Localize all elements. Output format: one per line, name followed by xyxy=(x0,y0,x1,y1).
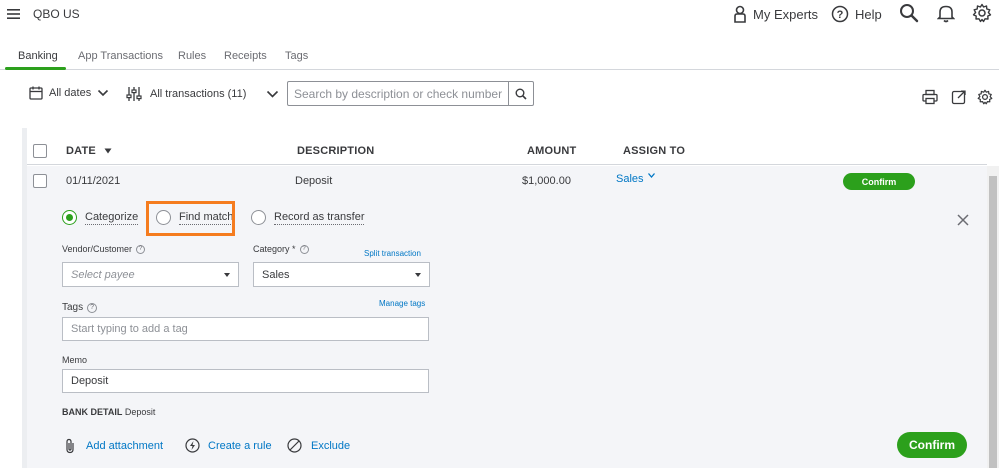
print-icon[interactable] xyxy=(922,89,940,107)
date-header-label: DATE xyxy=(66,145,96,157)
create-rule-link[interactable]: Create a rule xyxy=(185,438,272,453)
my-experts-label: My Experts xyxy=(753,6,819,22)
split-transaction-link[interactable]: Split transaction xyxy=(364,249,421,258)
my-experts-button[interactable]: My Experts xyxy=(733,4,818,24)
help-icon: ? xyxy=(831,5,849,23)
tab-tags[interactable]: Tags xyxy=(285,50,308,62)
row-assign-to[interactable]: Sales xyxy=(616,173,655,185)
record-transfer-label: Record as transfer xyxy=(274,210,365,225)
caret-down-icon xyxy=(224,272,230,277)
block-icon xyxy=(287,438,302,453)
row-description: Deposit xyxy=(295,175,333,187)
help-button[interactable]: ? Help xyxy=(831,4,882,24)
categorize-option[interactable]: Categorize xyxy=(62,210,139,225)
vendor-label-text: Vendor/Customer xyxy=(62,244,133,254)
transactions-filter-label: All transactions (11) xyxy=(150,88,247,100)
bank-detail: BANK DETAIL Deposit xyxy=(62,407,155,417)
help-circle-icon[interactable]: ? xyxy=(136,244,146,254)
column-header-description: DESCRIPTION xyxy=(297,145,375,157)
tab-app-transactions[interactable]: App Transactions xyxy=(78,50,163,62)
column-header-amount: AMOUNT xyxy=(527,145,577,157)
close-icon[interactable] xyxy=(956,213,970,227)
menu-icon[interactable] xyxy=(6,6,22,22)
help-circle-icon[interactable]: ? xyxy=(299,244,309,254)
category-field-label: Category * ? xyxy=(253,244,309,254)
help-label: Help xyxy=(855,6,882,22)
memo-input[interactable] xyxy=(62,369,429,393)
create-rule-label: Create a rule xyxy=(208,439,272,452)
categorize-label: Categorize xyxy=(85,210,139,225)
active-tab-indicator xyxy=(5,67,66,70)
search-input[interactable] xyxy=(287,81,509,106)
row-checkbox[interactable] xyxy=(33,174,47,188)
record-transfer-radio[interactable] xyxy=(251,210,266,225)
tab-receipts[interactable]: Receipts xyxy=(224,50,267,62)
tags-field-label: Tags ? xyxy=(62,302,98,313)
lightning-icon xyxy=(185,438,200,453)
help-circle-icon[interactable]: ? xyxy=(87,302,98,313)
assign-to-value: Sales xyxy=(616,173,644,185)
chevron-down-icon xyxy=(97,89,109,97)
search-button[interactable] xyxy=(508,81,534,106)
row-amount: $1,000.00 xyxy=(522,175,571,187)
filter-sliders-icon xyxy=(126,86,142,102)
search-icon xyxy=(515,88,527,100)
tags-input[interactable] xyxy=(62,317,429,341)
manage-tags-link[interactable]: Manage tags xyxy=(379,299,425,308)
column-header-date[interactable]: DATE xyxy=(66,145,112,157)
vendor-field-label: Vendor/Customer ? xyxy=(62,244,146,254)
sort-desc-icon xyxy=(104,148,112,154)
row-date: 01/11/2021 xyxy=(66,175,121,187)
exclude-label: Exclude xyxy=(311,439,351,452)
paperclip-icon xyxy=(64,438,76,454)
person-icon xyxy=(733,5,747,23)
add-attachment-link[interactable]: Add attachment xyxy=(64,438,163,454)
date-filter-dropdown[interactable]: All dates xyxy=(29,86,109,100)
table-settings-gear-icon[interactable] xyxy=(977,89,995,107)
select-all-checkbox[interactable] xyxy=(33,144,47,158)
record-transfer-option[interactable]: Record as transfer xyxy=(251,210,365,225)
header-divider xyxy=(27,164,987,165)
tabs-divider xyxy=(0,69,999,70)
highlight-annotation xyxy=(146,201,235,236)
bank-detail-value: Deposit xyxy=(124,407,156,417)
scrollbar-thumb[interactable] xyxy=(989,176,997,468)
top-bar: QBO US My Experts ? Help xyxy=(0,0,999,34)
calendar-icon xyxy=(29,86,43,100)
chevron-down-icon xyxy=(266,90,279,98)
svg-text:?: ? xyxy=(837,9,844,21)
vendor-select[interactable]: Select payee xyxy=(62,262,239,287)
chevron-down-icon xyxy=(647,173,655,185)
confirm-button[interactable]: Confirm xyxy=(897,432,967,458)
company-name: QBO US xyxy=(33,7,80,21)
transactions-filter-dropdown[interactable]: All transactions (11) xyxy=(126,86,279,102)
category-label-text: Category * xyxy=(253,244,296,254)
column-header-assign-to: ASSIGN TO xyxy=(623,145,686,157)
category-value: Sales xyxy=(262,268,290,281)
export-icon[interactable] xyxy=(951,89,969,107)
tab-banking[interactable]: Banking xyxy=(18,50,58,62)
vendor-placeholder: Select payee xyxy=(71,268,135,281)
add-attachment-label: Add attachment xyxy=(86,440,164,452)
memo-field-label: Memo xyxy=(62,355,88,365)
tags-label-text: Tags xyxy=(62,302,84,313)
exclude-link[interactable]: Exclude xyxy=(287,438,350,453)
bell-icon[interactable] xyxy=(937,3,955,23)
tab-rules[interactable]: Rules xyxy=(178,50,206,62)
tab-bar: Banking App Transactions Rules Receipts … xyxy=(0,44,999,70)
category-select[interactable]: Sales xyxy=(253,262,430,287)
search-icon[interactable] xyxy=(899,3,919,23)
categorize-radio[interactable] xyxy=(62,210,77,225)
date-filter-label: All dates xyxy=(49,87,92,99)
gear-icon[interactable] xyxy=(972,3,992,23)
bank-detail-label: BANK DETAIL xyxy=(62,407,123,417)
row-confirm-button[interactable]: Confirm xyxy=(843,173,915,190)
caret-down-icon xyxy=(415,272,421,277)
